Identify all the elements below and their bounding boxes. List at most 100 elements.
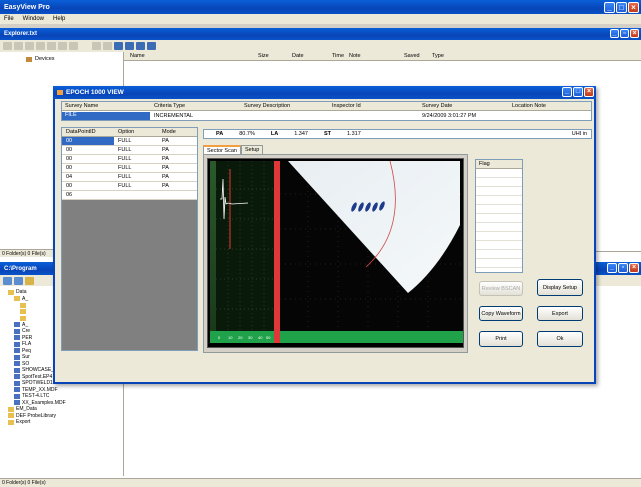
- epoch-dialog: EPOCH 1000 VIEW _ □ × Survey Name Criter…: [53, 86, 596, 384]
- close-icon[interactable]: ×: [630, 29, 639, 38]
- survey-name-cell[interactable]: FILE: [62, 112, 150, 120]
- datapoint-cell: FULL: [118, 174, 132, 180]
- datapoint-cell: 00: [66, 138, 73, 144]
- close-icon[interactable]: ×: [629, 263, 639, 273]
- display-setup-button[interactable]: Display Setup: [537, 279, 583, 296]
- tick-3: 30: [248, 335, 253, 340]
- datapoint-grid: DataPointID Option Mode 00 FULL PA 00 FULL PA…: [61, 127, 198, 351]
- copy-waveform-button[interactable]: Copy Waveform: [479, 306, 523, 321]
- col-name[interactable]: Name: [130, 53, 145, 59]
- datapoint-row[interactable]: 00 FULL PA: [62, 164, 197, 173]
- file-icon: [14, 374, 20, 380]
- col-saved[interactable]: Saved: [404, 53, 420, 59]
- maximize-icon[interactable]: □: [616, 2, 627, 13]
- paste-icon[interactable]: [103, 42, 112, 50]
- col-date[interactable]: Date: [292, 53, 304, 59]
- ok-button[interactable]: Ok: [537, 331, 583, 347]
- save-as-icon[interactable]: [36, 42, 45, 50]
- print-button[interactable]: Print: [479, 331, 523, 347]
- survey-col-name: Survey Name: [65, 103, 99, 109]
- tree-item-devices[interactable]: Devices: [0, 52, 123, 62]
- minimize-icon[interactable]: _: [607, 263, 617, 273]
- tree-item-label: Export: [16, 419, 31, 426]
- tree-item-label: PER: [22, 334, 33, 341]
- datapoint-row[interactable]: 06: [62, 191, 197, 200]
- flag-row[interactable]: [476, 223, 522, 232]
- delete-icon[interactable]: [58, 42, 67, 50]
- flag-row[interactable]: [476, 187, 522, 196]
- survey-table: Survey Name Criteria Type Survey Descrip…: [61, 101, 592, 121]
- datapoint-row[interactable]: 00 FULL PA: [62, 155, 197, 164]
- flag-row[interactable]: [476, 196, 522, 205]
- flag-row[interactable]: [476, 259, 522, 268]
- survey-col-criteria: Criteria Type: [154, 103, 186, 109]
- cut-icon[interactable]: [69, 42, 78, 50]
- tab-setup[interactable]: Setup: [240, 145, 264, 154]
- edit-icon[interactable]: [114, 42, 123, 50]
- refresh-icon[interactable]: [147, 42, 156, 50]
- flag-row[interactable]: [476, 178, 522, 187]
- forward-icon[interactable]: [14, 276, 23, 285]
- col-note[interactable]: Note: [349, 53, 361, 59]
- datapoint-row[interactable]: 00 FULL PA: [62, 146, 197, 155]
- dp-col-option[interactable]: Option: [118, 129, 134, 135]
- export-button[interactable]: Export: [537, 306, 583, 321]
- tree-item-label: FLA: [22, 341, 32, 348]
- datapoint-row[interactable]: 00 FULL PA: [62, 182, 197, 191]
- tools-icon[interactable]: [136, 42, 145, 50]
- folder-icon: [8, 413, 14, 419]
- tree-item-label: Data: [16, 289, 27, 296]
- minimize-icon[interactable]: _: [604, 2, 615, 13]
- dp-col-id[interactable]: DataPointID: [66, 129, 96, 135]
- flag-row[interactable]: [476, 232, 522, 241]
- menu-window[interactable]: Window: [23, 16, 44, 22]
- datapoint-header: DataPointID Option Mode: [62, 128, 197, 137]
- survey-row[interactable]: FILE INCREMENTAL 9/24/2009 3:01:27 PM: [62, 111, 591, 121]
- copy-icon[interactable]: [92, 42, 101, 50]
- flag-row[interactable]: [476, 250, 522, 259]
- folder-up-icon[interactable]: [25, 276, 34, 285]
- review-bscan-button[interactable]: Review BSCAN: [479, 281, 523, 296]
- maximize-icon[interactable]: □: [573, 87, 583, 97]
- tree-item[interactable]: Export: [0, 419, 123, 426]
- pen-icon[interactable]: [125, 42, 134, 50]
- minimize-icon[interactable]: _: [610, 29, 619, 38]
- close-icon[interactable]: ×: [584, 87, 594, 97]
- tree-item-label: SO: [22, 360, 30, 367]
- flag-row[interactable]: [476, 241, 522, 250]
- file-icon: [14, 341, 20, 347]
- restore-icon[interactable]: ▫: [618, 263, 628, 273]
- tree-item-label: A_: [22, 321, 29, 328]
- back-icon[interactable]: [3, 276, 12, 285]
- flag-row[interactable]: [476, 214, 522, 223]
- menu-help[interactable]: Help: [53, 16, 65, 22]
- minimize-icon[interactable]: _: [562, 87, 572, 97]
- folder-icon: [20, 309, 26, 315]
- readout-value-3: 1.317: [346, 131, 361, 137]
- col-type[interactable]: Type: [432, 53, 444, 59]
- open-icon[interactable]: [14, 42, 23, 50]
- col-time[interactable]: Time: [332, 53, 344, 59]
- readout-value-1: 80.7%: [239, 131, 255, 137]
- flag-row[interactable]: [476, 205, 522, 214]
- datapoint-cell: FULL: [118, 183, 132, 189]
- restore-icon[interactable]: ▫: [620, 29, 629, 38]
- new-icon[interactable]: [3, 42, 12, 50]
- tick-1: 10: [228, 335, 233, 340]
- datapoint-cell: FULL: [118, 165, 132, 171]
- tree-item-label: Cre: [22, 328, 31, 335]
- file-icon: [14, 354, 20, 360]
- tab-sector-scan[interactable]: Sector Scan: [203, 145, 241, 154]
- flag-list[interactable]: Flag: [475, 159, 523, 273]
- datapoint-row[interactable]: 04 FULL PA: [62, 173, 197, 182]
- save-icon[interactable]: [25, 42, 34, 50]
- program-statusbar: 0 Folder(s) 0 File(s): [0, 478, 641, 487]
- col-size[interactable]: Size: [258, 53, 269, 59]
- print-icon[interactable]: [47, 42, 56, 50]
- sector-scan-display[interactable]: 0 10 20 30 40 50: [207, 158, 464, 348]
- flag-row[interactable]: [476, 169, 522, 178]
- datapoint-row[interactable]: 00 FULL PA: [62, 137, 197, 146]
- dp-col-mode[interactable]: Mode: [162, 129, 176, 135]
- menu-file[interactable]: File: [4, 16, 14, 22]
- close-icon[interactable]: ×: [628, 2, 639, 13]
